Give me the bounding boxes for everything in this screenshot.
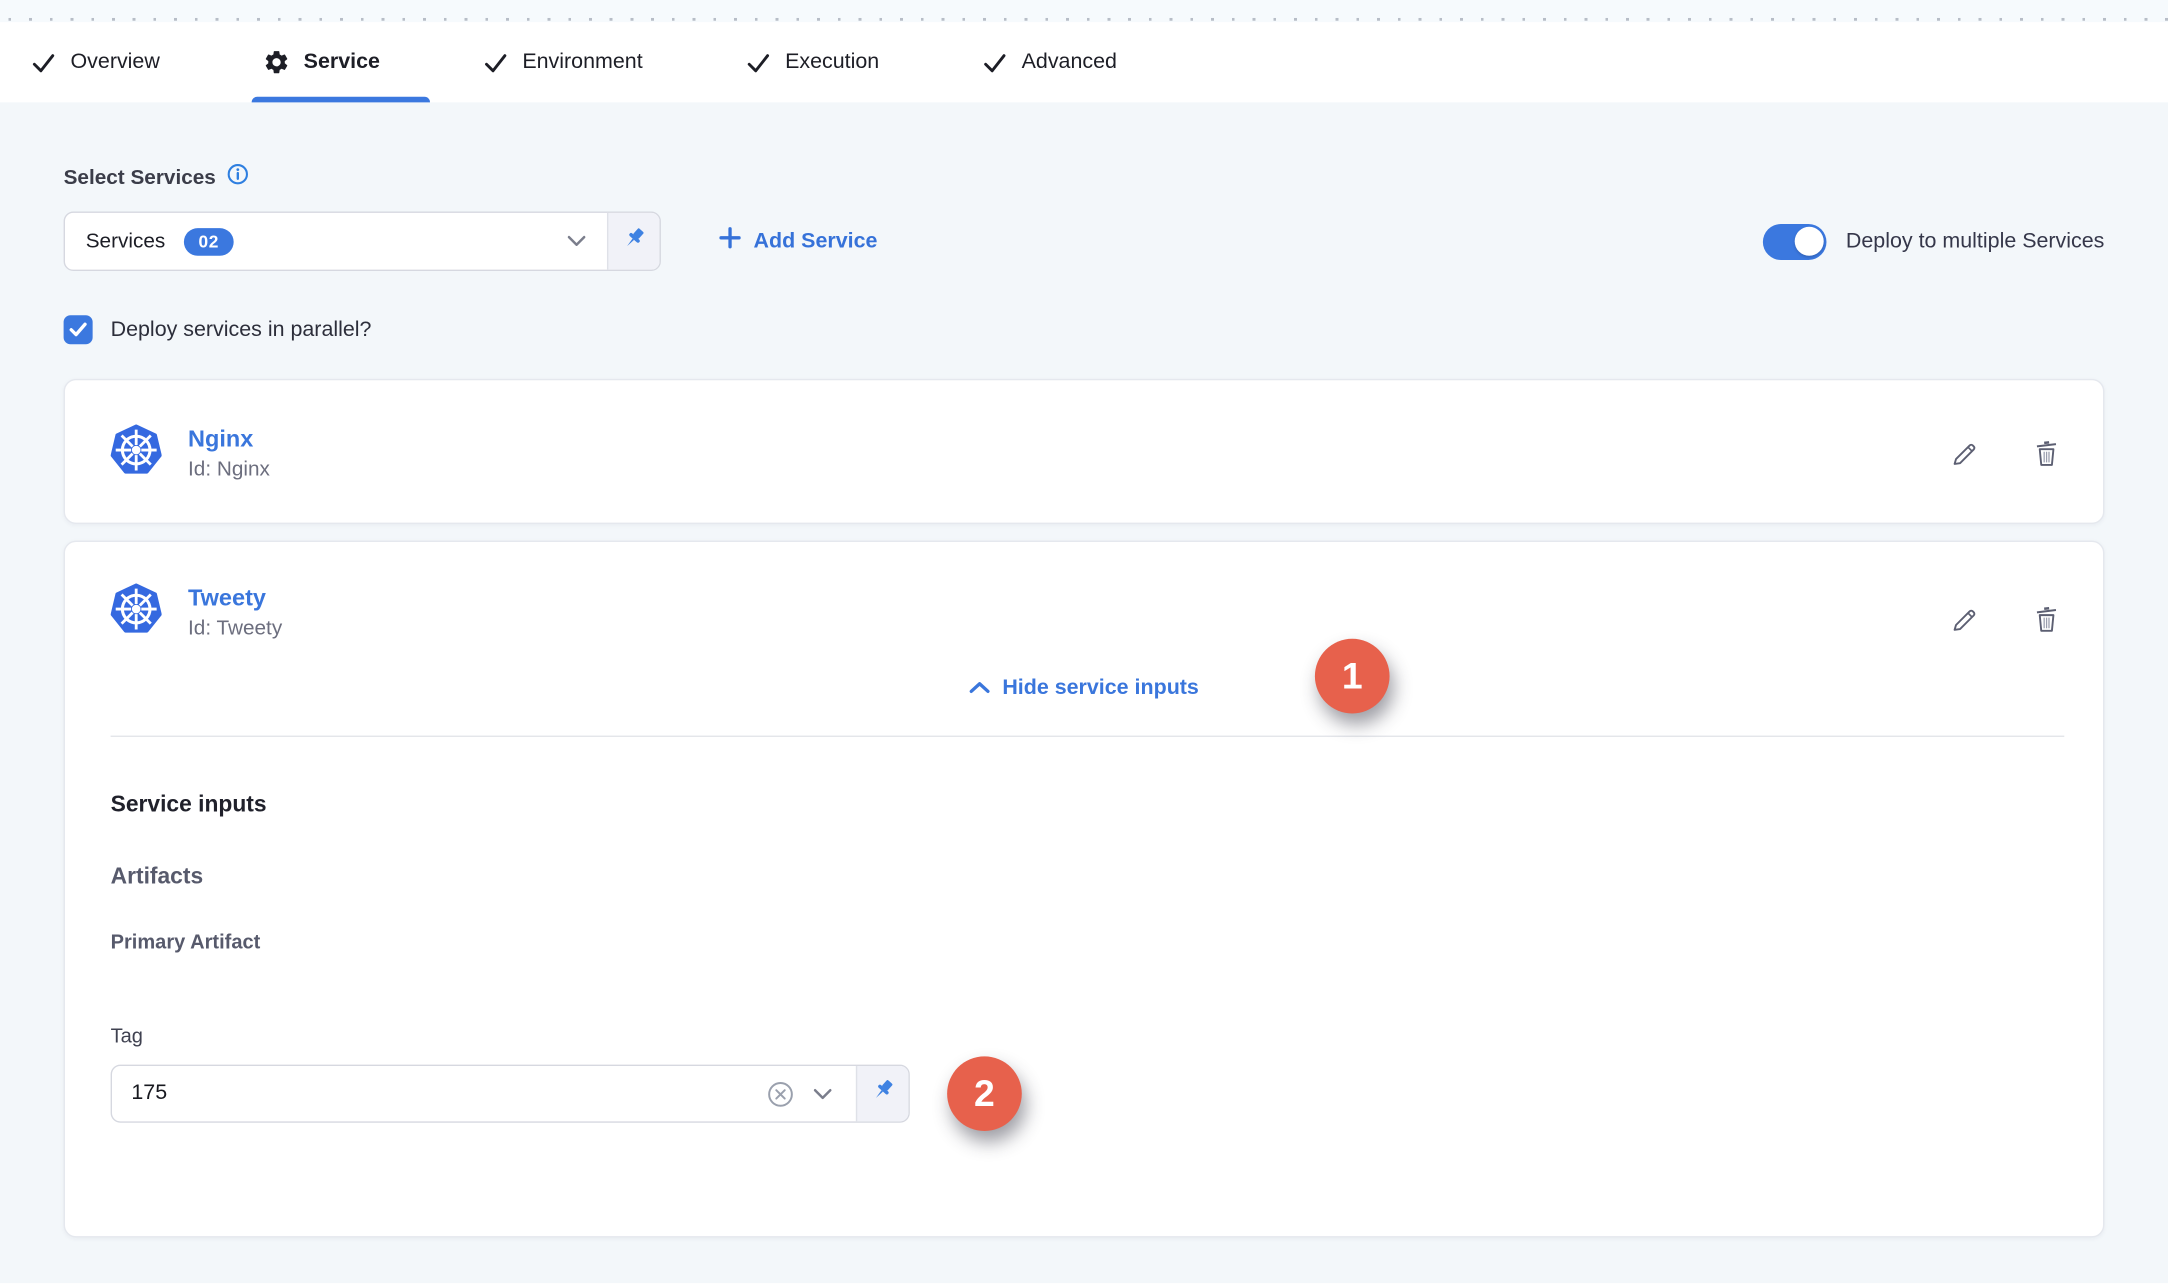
deploy-multiple-toggle-group: Deploy to multiple Services <box>1763 223 2104 259</box>
tag-input-composite <box>111 1065 910 1123</box>
check-icon <box>30 49 56 75</box>
kubernetes-icon <box>111 424 162 482</box>
runtime-input-pin-button[interactable] <box>607 213 660 270</box>
service-tab-content: Select Services Services 02 <box>0 102 2168 1283</box>
tag-field-row: 2 <box>111 1065 2058 1123</box>
edit-icon[interactable] <box>1950 604 1980 634</box>
service-card-text: Tweety Id: Tweety <box>188 585 282 640</box>
add-service-button[interactable]: Add Service <box>719 227 877 256</box>
delete-icon[interactable] <box>2031 604 2061 634</box>
services-dropdown-value: Services <box>86 230 166 254</box>
tag-input-icons <box>766 1079 856 1108</box>
runtime-input-pin-button[interactable] <box>856 1066 909 1121</box>
service-id: Id: Nginx <box>188 457 270 481</box>
chevron-down-icon[interactable] <box>813 1087 832 1099</box>
service-card-header: Nginx Id: Nginx <box>65 380 2103 525</box>
deploy-multiple-toggle[interactable] <box>1763 223 1827 259</box>
kubernetes-icon <box>111 583 162 641</box>
service-card-tweety: Tweety Id: Tweety Hide service inputs <box>64 541 2105 1238</box>
gear-icon <box>262 48 290 76</box>
parallel-checkbox[interactable] <box>64 315 93 344</box>
service-tab-page: Overview Service Environment Execution A… <box>0 0 2168 1283</box>
service-inputs-heading: Service inputs <box>111 792 2058 818</box>
check-icon <box>982 49 1008 75</box>
tab-advanced[interactable]: Advanced <box>982 22 1117 102</box>
deploy-multiple-toggle-label: Deploy to multiple Services <box>1846 229 2104 254</box>
services-dropdown-main[interactable]: Services 02 <box>65 213 607 270</box>
edit-icon[interactable] <box>1950 438 1980 468</box>
artifacts-heading: Artifacts <box>111 864 2058 890</box>
service-name-link[interactable]: Tweety <box>188 585 282 613</box>
tab-label: Environment <box>522 50 642 75</box>
service-card-text: Nginx Id: Nginx <box>188 425 270 480</box>
pin-icon <box>621 225 647 258</box>
info-icon[interactable] <box>227 163 249 191</box>
service-id: Id: Tweety <box>188 617 282 641</box>
service-card-nginx: Nginx Id: Nginx <box>64 379 2105 524</box>
tag-field-label: Tag <box>111 1026 2058 1048</box>
tab-label: Execution <box>785 50 879 75</box>
delete-icon[interactable] <box>2031 438 2061 468</box>
annotation-badge-2: 2 <box>947 1056 1022 1131</box>
service-name-link[interactable]: Nginx <box>188 425 270 453</box>
tab-environment[interactable]: Environment <box>482 22 642 102</box>
parallel-checkbox-label: Deploy services in parallel? <box>111 317 372 342</box>
tag-input-main <box>112 1066 856 1121</box>
tag-input[interactable] <box>131 1081 766 1106</box>
parallel-checkbox-row: Deploy services in parallel? <box>64 315 2105 344</box>
clear-icon[interactable] <box>766 1079 795 1108</box>
stage-tabbar: Overview Service Environment Execution A… <box>0 22 2168 102</box>
service-card-actions <box>1950 438 2062 468</box>
check-icon <box>482 49 508 75</box>
tab-label: Service <box>304 50 380 75</box>
service-inputs-panel: Service inputs Artifacts Primary Artifac… <box>65 792 2103 1122</box>
tab-execution[interactable]: Execution <box>745 22 879 102</box>
plus-icon <box>719 227 741 256</box>
card-divider <box>111 736 2065 737</box>
service-card-header: Tweety Id: Tweety <box>65 542 2103 661</box>
tab-overview[interactable]: Overview <box>30 22 159 102</box>
primary-artifact-heading: Primary Artifact <box>111 932 2058 954</box>
annotation-badge-1: 1 <box>1315 639 1390 714</box>
hide-service-inputs-link[interactable]: Hide service inputs <box>1002 676 1199 701</box>
service-card-actions <box>1950 604 2062 634</box>
check-icon <box>745 49 771 75</box>
pin-icon <box>870 1077 896 1110</box>
services-count-badge: 02 <box>183 227 234 255</box>
chevron-up-icon <box>969 676 990 701</box>
select-services-label: Select Services <box>64 163 2105 191</box>
chevron-down-icon[interactable] <box>567 235 586 247</box>
collapsed-panel-dashed-border <box>0 0 2168 22</box>
toggle-knob <box>1794 227 1823 256</box>
tab-label: Advanced <box>1022 50 1117 75</box>
tab-service[interactable]: Service <box>262 22 380 102</box>
services-dropdown[interactable]: Services 02 <box>64 212 661 271</box>
services-controls-row: Services 02 Add Service <box>64 212 2105 271</box>
tab-label: Overview <box>71 50 160 75</box>
hide-service-inputs-row: Hide service inputs 1 <box>65 661 2103 716</box>
